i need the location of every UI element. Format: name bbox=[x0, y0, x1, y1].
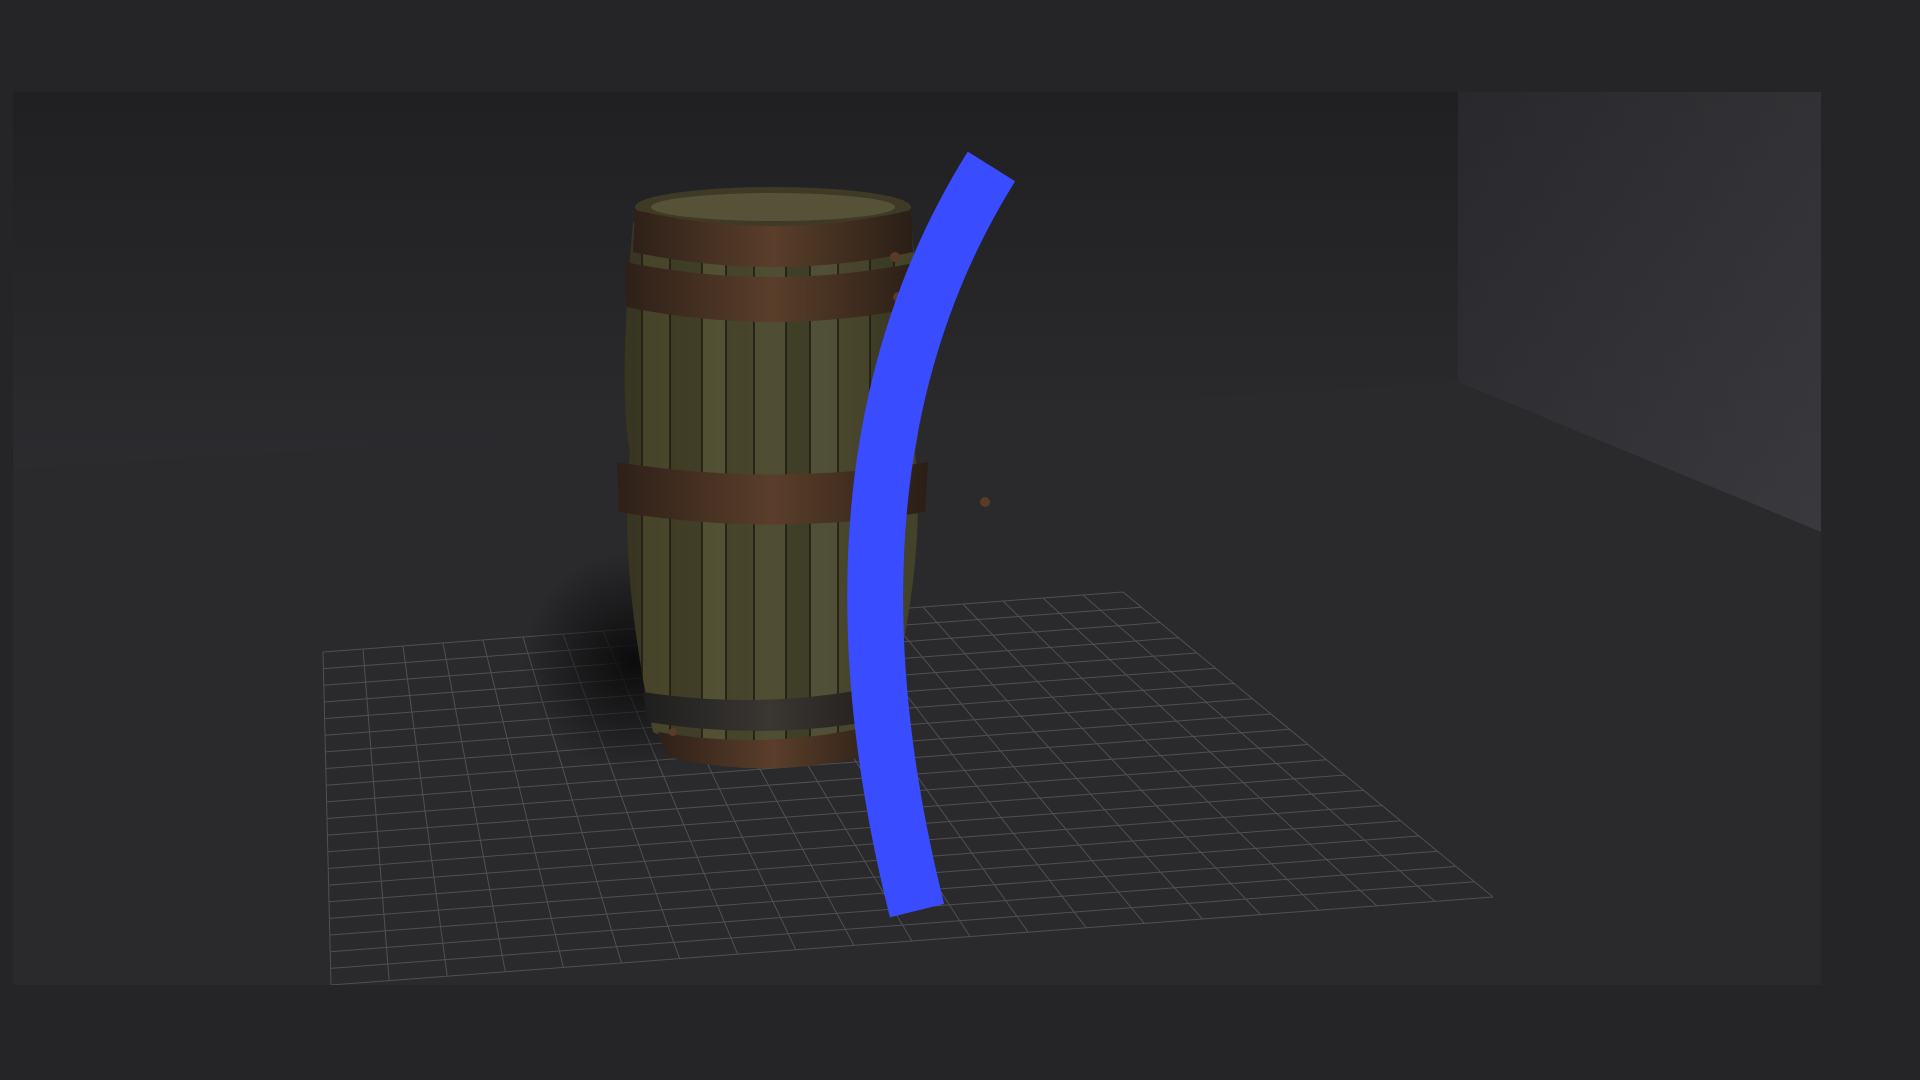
app-window bbox=[0, 0, 1920, 1080]
axis-gizmo-icon bbox=[847, 151, 1016, 918]
3d-viewport[interactable] bbox=[13, 92, 1821, 985]
